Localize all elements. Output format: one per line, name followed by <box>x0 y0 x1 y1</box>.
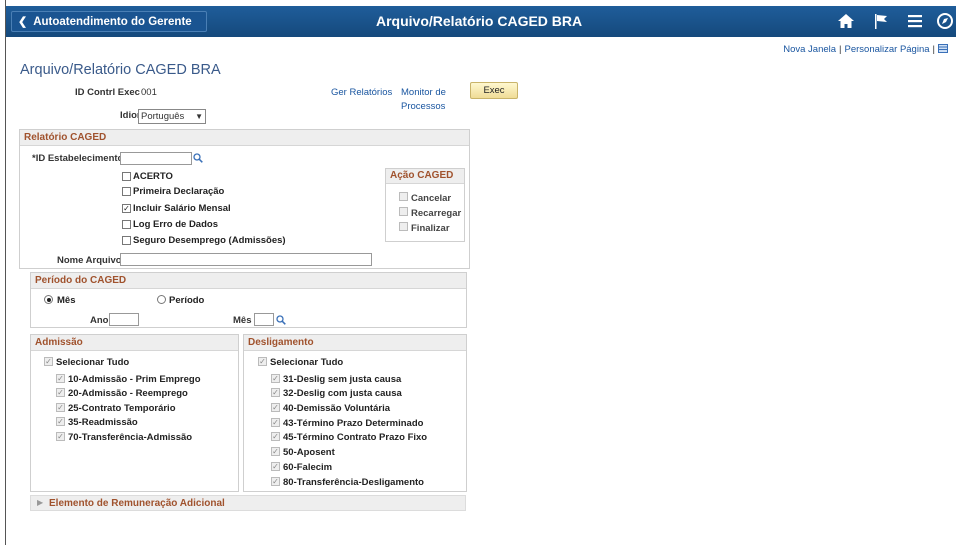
remuneracao-adicional-title: Elemento de Remuneração Adicional <box>49 498 225 509</box>
page-header-title: Arquivo/Relatório CAGED BRA <box>376 13 583 29</box>
admissao-title: Admissão <box>31 335 238 351</box>
admissao-item-checkbox[interactable]: ✓ <box>56 432 65 441</box>
cancelar-checkbox[interactable] <box>399 192 408 201</box>
recarregar-checkbox[interactable] <box>399 207 408 216</box>
periodo-caged-title: Período do CAGED <box>31 273 466 289</box>
new-window-link[interactable]: Nova Janela <box>783 44 836 55</box>
language-select[interactable]: Português ▼ <box>138 109 206 124</box>
run-control-label: ID Contrl Exec <box>75 87 140 98</box>
link-separator: | <box>839 44 842 55</box>
finalizar-label: Finalizar <box>411 223 450 234</box>
exec-button[interactable]: Exec <box>470 82 518 99</box>
seguro-desemprego-checkbox[interactable] <box>122 236 131 245</box>
incluir-salario-checkbox[interactable]: ✓ <box>122 204 131 213</box>
admissao-select-all-label: Selecionar Tudo <box>56 357 130 368</box>
page-title: Arquivo/Relatório CAGED BRA <box>20 62 221 78</box>
header-links: Nova Janela | Personalizar Página | <box>783 44 948 55</box>
admissao-item-label: 35-Readmissão <box>68 417 138 428</box>
year-label: Ano <box>90 315 109 326</box>
top-navigation-bar: ❮ Autoatendimento do Gerente Arquivo/Rela… <box>6 6 956 37</box>
search-icon[interactable] <box>276 315 286 325</box>
admissao-item-checkbox[interactable]: ✓ <box>56 417 65 426</box>
admissao-item-label: 20-Admissão - Reemprego <box>68 388 188 399</box>
desligamento-item-checkbox[interactable]: ✓ <box>271 447 280 456</box>
desligamento-item-label: 40-Demissão Voluntária <box>283 403 391 414</box>
admissao-item-checkbox[interactable]: ✓ <box>56 374 65 383</box>
flag-icon[interactable] <box>872 12 890 30</box>
relatorio-caged-title: Relatório CAGED <box>20 130 469 146</box>
acao-caged-title: Ação CAGED <box>386 169 464 184</box>
admissao-item-label: 70-Transferência-Admissão <box>68 432 193 443</box>
recarregar-label: Recarregar <box>411 208 462 219</box>
desligamento-select-all-checkbox[interactable]: ✓ <box>258 357 267 366</box>
language-select-value: Português <box>141 111 185 122</box>
remuneracao-adicional-expander[interactable]: ▶ Elemento de Remuneração Adicional <box>30 495 466 511</box>
expand-triangle-icon: ▶ <box>37 498 44 507</box>
home-icon[interactable] <box>837 12 855 30</box>
navbar-icon[interactable] <box>936 12 954 30</box>
desligamento-item-checkbox[interactable]: ✓ <box>271 388 280 397</box>
desligamento-select-all-label: Selecionar Tudo <box>270 357 344 368</box>
desligamento-item-checkbox[interactable]: ✓ <box>271 462 280 471</box>
report-manager-link[interactable]: Ger Relatórios <box>331 87 392 98</box>
link-separator: | <box>932 44 935 55</box>
desligamento-item-label: 43-Término Prazo Determinado <box>283 418 424 429</box>
desligamento-item-label: 32-Deslig com justa causa <box>283 388 402 399</box>
desligamento-item-checkbox[interactable]: ✓ <box>271 374 280 383</box>
periodo-radio-label: Período <box>169 295 205 306</box>
desligamento-item-checkbox[interactable]: ✓ <box>271 403 280 412</box>
personalize-page-link[interactable]: Personalizar Página <box>845 44 930 55</box>
chevron-down-icon: ▼ <box>195 112 203 121</box>
acerto-label: ACERTO <box>133 171 173 182</box>
admissao-item-checkbox[interactable]: ✓ <box>56 403 65 412</box>
process-monitor-link-line2[interactable]: Processos <box>401 101 445 112</box>
admissao-select-all-checkbox[interactable]: ✓ <box>44 357 53 366</box>
desligamento-item-label: 50-Aposent <box>283 447 335 458</box>
admissao-item-checkbox[interactable]: ✓ <box>56 388 65 397</box>
log-erro-label: Log Erro de Dados <box>133 219 218 230</box>
mes-radio-label: Mês <box>57 295 76 306</box>
desligamento-item-label: 45-Término Contrato Prazo Fixo <box>283 432 428 443</box>
seguro-desemprego-label: Seguro Desemprego (Admissões) <box>133 235 286 246</box>
process-monitor-link[interactable]: Monitor de <box>401 87 446 98</box>
year-input[interactable] <box>109 313 139 326</box>
establishment-input[interactable] <box>120 152 192 165</box>
back-button[interactable]: ❮ Autoatendimento do Gerente <box>11 11 207 32</box>
month-label: Mês <box>233 315 252 326</box>
acerto-checkbox[interactable] <box>122 172 131 181</box>
log-erro-checkbox[interactable] <box>122 220 131 229</box>
primeira-declaracao-label: Primeira Declaração <box>133 186 225 197</box>
periodo-radio[interactable] <box>157 295 166 304</box>
menu-icon[interactable] <box>906 12 924 30</box>
desligamento-item-checkbox[interactable]: ✓ <box>271 432 280 441</box>
cancelar-label: Cancelar <box>411 193 452 204</box>
chevron-left-icon: ❮ <box>18 16 28 28</box>
finalizar-checkbox[interactable] <box>399 222 408 231</box>
desligamento-title: Desligamento <box>244 335 466 351</box>
grid-icon[interactable] <box>938 44 948 53</box>
run-control-value: 001 <box>141 87 157 98</box>
mes-radio[interactable] <box>44 295 53 304</box>
month-input[interactable] <box>254 313 274 326</box>
back-button-label: Autoatendimento do Gerente <box>33 16 192 28</box>
file-name-input[interactable] <box>120 253 372 266</box>
desligamento-item-checkbox[interactable]: ✓ <box>271 477 280 486</box>
admissao-item-label: 25-Contrato Temporário <box>68 403 176 414</box>
primeira-declaracao-checkbox[interactable] <box>122 187 131 196</box>
admissao-item-label: 10-Admissão - Prim Emprego <box>68 374 201 385</box>
search-icon[interactable] <box>193 153 203 163</box>
file-name-label: Nome Arquivo <box>57 255 122 266</box>
desligamento-item-label: 60-Falecim <box>283 462 333 473</box>
incluir-salario-label: Incluir Salário Mensal <box>133 203 231 214</box>
desligamento-item-checkbox[interactable]: ✓ <box>271 418 280 427</box>
establishment-label: *ID Estabelecimento <box>32 153 124 164</box>
desligamento-item-label: 80-Transferência-Desligamento <box>283 477 424 488</box>
desligamento-item-label: 31-Deslig sem justa causa <box>283 374 402 385</box>
